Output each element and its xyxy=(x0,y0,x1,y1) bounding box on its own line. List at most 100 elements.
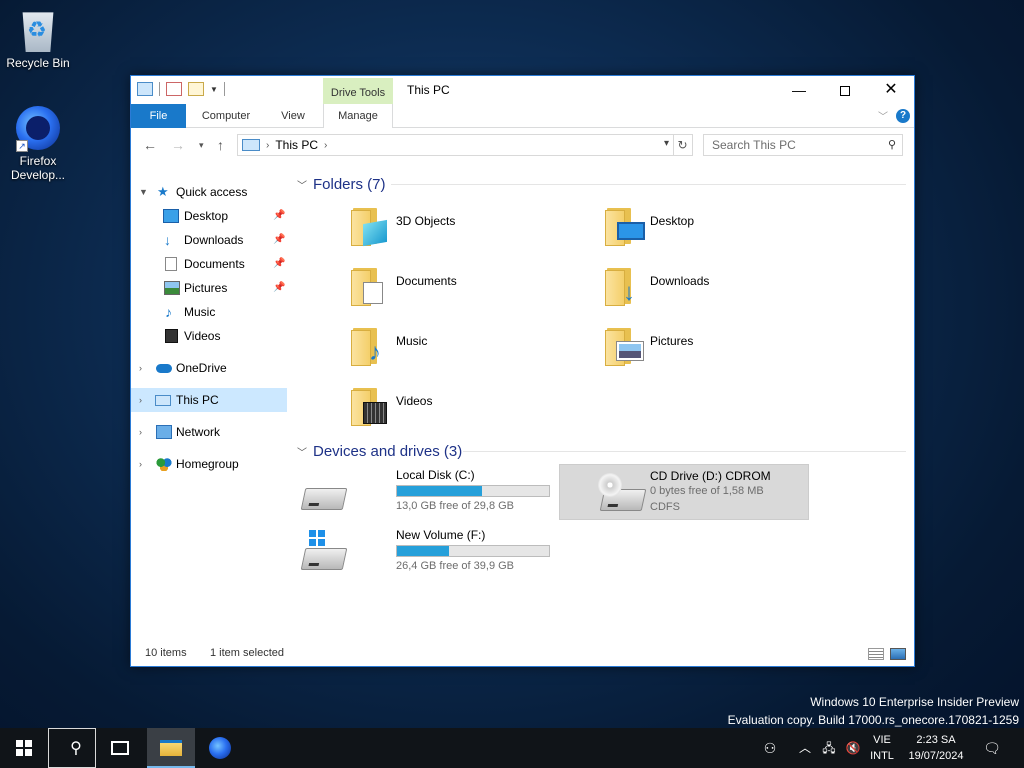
folder-3d-objects[interactable]: 3D Objects xyxy=(351,204,561,256)
folder-icon xyxy=(351,264,385,306)
nav-network[interactable]: › Network xyxy=(131,420,287,444)
drive-local-disk-c[interactable]: Local Disk (C:) 13,0 GB free of 29,8 GB xyxy=(295,464,550,520)
title-bar[interactable]: ▼ Drive Tools This PC — ✕ xyxy=(131,76,914,104)
input-language[interactable]: VIE INTL xyxy=(866,728,898,768)
desktop-icon-firefox-developer[interactable]: ↗ Firefox Develop... xyxy=(0,106,76,182)
this-pc-icon xyxy=(137,82,153,96)
task-view-icon xyxy=(111,740,129,755)
task-view-button[interactable] xyxy=(96,728,144,768)
details-view-icon[interactable] xyxy=(868,648,884,660)
breadcrumb-chevron-icon[interactable]: › xyxy=(324,140,327,151)
homegroup-icon xyxy=(156,457,172,471)
address-history-chevron-icon[interactable]: ▾ xyxy=(664,138,669,149)
breadcrumb-chevron-icon[interactable]: › xyxy=(266,140,269,151)
recent-locations-chevron-icon[interactable]: ▾ xyxy=(199,140,204,151)
address-field[interactable]: › This PC › ▾ xyxy=(237,134,674,156)
tab-manage[interactable]: Manage xyxy=(323,104,393,128)
tab-file[interactable]: File xyxy=(131,104,186,128)
tab-computer[interactable]: Computer xyxy=(194,104,258,128)
group-header-devices[interactable]: ﹀ Devices and drives (3) xyxy=(297,441,462,461)
people-icon[interactable]: ⚇ xyxy=(758,728,782,768)
nav-label: Desktop xyxy=(184,209,229,223)
folder-name: Music xyxy=(396,334,428,348)
back-arrow-icon[interactable]: ← xyxy=(143,137,157,153)
collapse-chevron-icon[interactable]: ﹀ xyxy=(297,177,307,192)
quick-access-toolbar: ▼ xyxy=(137,82,225,96)
drive-free-space: 26,4 GB free of 39,9 GB xyxy=(396,560,515,572)
drive-usage-bar xyxy=(396,545,550,557)
folder-downloads[interactable]: ↓ Downloads xyxy=(605,264,815,316)
group-title: Folders (7) xyxy=(313,175,386,193)
nav-this-pc[interactable]: › This PC xyxy=(131,388,287,412)
taskbar-file-explorer[interactable] xyxy=(147,728,195,768)
search-button[interactable]: ⚲ xyxy=(48,728,96,768)
network-status-icon[interactable]: 🖧 xyxy=(820,728,838,768)
nav-quick-access[interactable]: ▼ ★ Quick access xyxy=(131,180,287,204)
search-input[interactable]: Search This PC ⚲ xyxy=(703,134,903,156)
windows-logo-icon xyxy=(16,739,32,756)
nav-homegroup[interactable]: › Homegroup xyxy=(131,452,287,476)
collapsed-chevron-icon[interactable]: › xyxy=(139,420,142,444)
maximize-button[interactable] xyxy=(822,76,868,104)
picture-icon xyxy=(617,342,643,360)
keyboard-layout: INTL xyxy=(870,750,894,762)
folder-pictures[interactable]: Pictures xyxy=(605,324,815,376)
star-icon: ★ xyxy=(157,184,169,199)
minimize-button[interactable]: — xyxy=(776,76,822,104)
nav-item-downloads[interactable]: ↓ Downloads 📌 xyxy=(131,228,287,252)
collapsed-chevron-icon[interactable]: › xyxy=(139,356,142,380)
nav-label: Documents xyxy=(184,257,245,271)
help-icon[interactable]: ? xyxy=(896,108,910,123)
expanded-chevron-icon[interactable]: ▼ xyxy=(139,180,148,204)
nav-item-documents[interactable]: Documents 📌 xyxy=(131,252,287,276)
hard-drive-icon xyxy=(300,488,348,510)
folder-music[interactable]: ♪ Music xyxy=(351,324,561,376)
collapsed-chevron-icon[interactable]: › xyxy=(139,388,142,412)
new-folder-icon[interactable] xyxy=(188,82,204,96)
drive-usage-bar xyxy=(396,485,550,497)
content-pane: ﹀ Folders (7) 3D Objects Desktop Documen… xyxy=(291,174,911,634)
start-button[interactable] xyxy=(0,728,48,768)
refresh-button[interactable]: ↻ xyxy=(673,134,693,156)
tab-view[interactable]: View xyxy=(271,104,315,128)
folder-icon: ↓ xyxy=(605,264,639,306)
large-icons-view-icon[interactable] xyxy=(890,648,906,660)
action-center-icon[interactable]: 🗨 xyxy=(980,728,1004,768)
search-icon[interactable]: ⚲ xyxy=(888,135,896,155)
desktop-icon-recycle-bin[interactable]: Recycle Bin xyxy=(0,8,76,70)
taskbar-firefox-developer[interactable] xyxy=(196,728,244,768)
drive-cd-d[interactable]: CD Drive (D:) CDROM 0 bytes free of 1,58… xyxy=(559,464,809,520)
firefox-developer-icon xyxy=(209,736,231,759)
drive-new-volume-f[interactable]: New Volume (F:) 26,4 GB free of 39,9 GB xyxy=(295,524,550,580)
properties-icon[interactable] xyxy=(166,82,182,96)
up-arrow-icon[interactable]: ↑ xyxy=(217,137,224,153)
folder-icon: ♪ xyxy=(351,324,385,366)
folder-name: Videos xyxy=(396,394,433,408)
folder-videos[interactable]: Videos xyxy=(351,384,561,436)
nav-onedrive[interactable]: › OneDrive xyxy=(131,356,287,380)
cd-disc-icon xyxy=(598,473,622,497)
expand-ribbon-chevron-icon[interactable]: ﹀ xyxy=(878,108,888,123)
nav-item-desktop[interactable]: Desktop 📌 xyxy=(131,204,287,228)
show-hidden-icons-chevron-icon[interactable]: ︿ xyxy=(796,728,814,768)
nav-item-music[interactable]: ♪ Music xyxy=(131,300,287,324)
breadcrumb-this-pc[interactable]: This PC xyxy=(275,138,318,152)
close-button[interactable]: ✕ xyxy=(868,76,914,104)
shortcut-arrow-icon: ↗ xyxy=(16,140,28,152)
collapsed-chevron-icon[interactable]: › xyxy=(139,452,142,476)
pin-icon: 📌 xyxy=(273,234,286,245)
nav-item-videos[interactable]: Videos xyxy=(131,324,287,348)
toolbar-separator xyxy=(159,82,160,96)
folder-documents[interactable]: Documents xyxy=(351,264,561,316)
folder-desktop[interactable]: Desktop xyxy=(605,204,815,256)
forward-arrow-icon[interactable]: → xyxy=(171,137,185,153)
customize-toolbar-chevron-icon[interactable]: ▼ xyxy=(210,85,218,94)
folder-name: 3D Objects xyxy=(396,214,456,228)
volume-muted-icon[interactable]: 🔇 xyxy=(842,728,864,768)
group-divider xyxy=(391,184,906,185)
collapse-chevron-icon[interactable]: ﹀ xyxy=(297,444,307,459)
group-header-folders[interactable]: ﹀ Folders (7) xyxy=(297,174,386,194)
download-arrow-icon: ↓ xyxy=(164,232,171,248)
nav-item-pictures[interactable]: Pictures 📌 xyxy=(131,276,287,300)
clock[interactable]: 2:23 SA 19/07/2024 xyxy=(902,728,970,768)
